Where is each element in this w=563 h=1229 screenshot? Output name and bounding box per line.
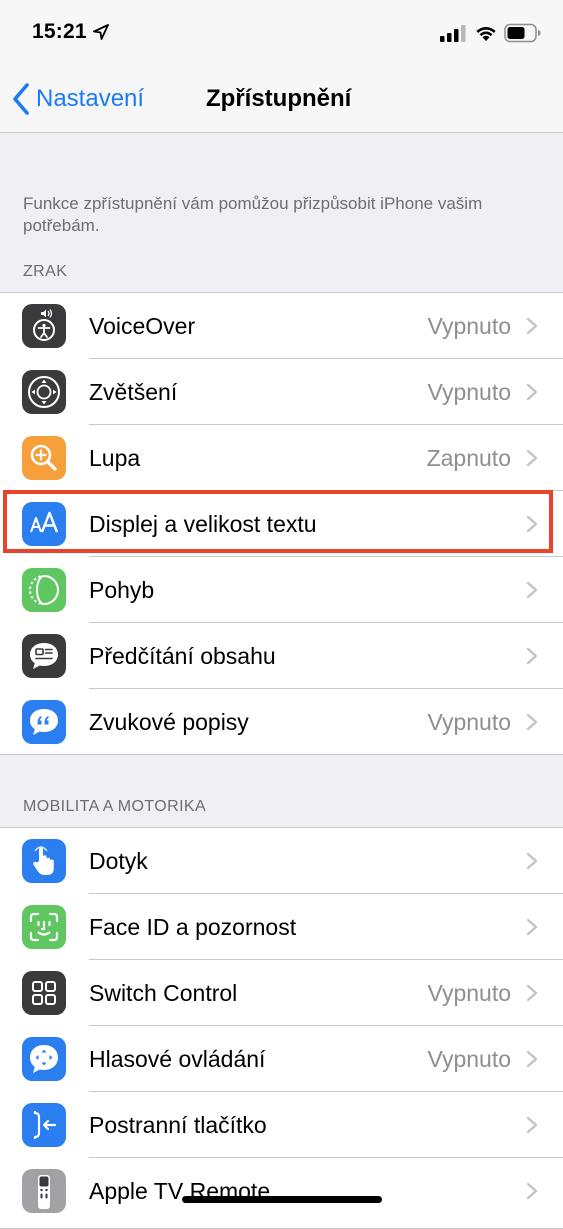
row-label: Displej a velikost textu (89, 511, 317, 537)
switch-control-icon (22, 971, 66, 1015)
spoken-content-icon (22, 634, 66, 678)
intro-description: Funkce zpřístupnění vám pomůžou přizpůso… (23, 194, 483, 235)
row-label: Pohyb (89, 577, 155, 603)
location-arrow-icon (93, 24, 109, 40)
chevron-right-icon (526, 581, 538, 599)
navigation-bar: Nastavení Zpřístupnění (0, 66, 563, 133)
voiceover-icon (22, 304, 66, 348)
status-time: 15:21 (32, 20, 87, 43)
chevron-right-icon (526, 647, 538, 665)
settings-group-vision: VoiceOver Vypnuto Zvětšení Vypnuto Lupa … (0, 292, 563, 755)
row-value: Vypnuto (427, 313, 511, 339)
battery-icon (504, 23, 541, 43)
row-value: Vypnuto (427, 709, 511, 735)
settings-row-magnifier[interactable]: Lupa Zapnuto (0, 425, 563, 491)
section-header-vision: ZRAK (23, 263, 68, 280)
settings-row-voice-control[interactable]: Hlasové ovládání Vypnuto (0, 1026, 563, 1092)
back-button[interactable]: Nastavení (10, 80, 144, 118)
chevron-right-icon (526, 852, 538, 870)
settings-row-face-id[interactable]: Face ID a pozornost (0, 894, 563, 960)
row-value: Vypnuto (427, 980, 511, 1006)
side-button-icon (22, 1103, 66, 1147)
settings-row-touch[interactable]: Dotyk (0, 828, 563, 894)
settings-group-mobility: Dotyk Face ID a pozornost Switch Control… (0, 827, 563, 1229)
row-value: Zapnuto (426, 445, 511, 471)
row-label: Hlasové ovládání (89, 1046, 266, 1072)
chevron-right-icon (526, 713, 538, 731)
settings-row-switch-control[interactable]: Switch Control Vypnuto (0, 960, 563, 1026)
chevron-right-icon (526, 515, 538, 533)
row-label: Zvětšení (89, 379, 178, 405)
audio-descriptions-icon (22, 700, 66, 744)
row-label: VoiceOver (89, 313, 196, 339)
chevron-right-icon (526, 1182, 538, 1200)
magnifier-icon (22, 436, 66, 480)
chevron-right-icon (526, 1050, 538, 1068)
status-bar: 15:21 (0, 0, 563, 66)
page-title: Zpřístupnění (206, 85, 352, 112)
row-label: Lupa (89, 445, 141, 471)
chevron-right-icon (526, 449, 538, 467)
row-label: Předčítání obsahu (89, 643, 276, 669)
settings-row-motion[interactable]: Pohyb (0, 557, 563, 623)
row-value: Vypnuto (427, 1046, 511, 1072)
display-text-size-icon (22, 502, 66, 546)
settings-row-voiceover[interactable]: VoiceOver Vypnuto (0, 293, 563, 359)
row-label: Face ID a pozornost (89, 914, 297, 940)
chevron-right-icon (526, 984, 538, 1002)
settings-row-apple-tv-remote[interactable]: Apple TV Remote (0, 1158, 563, 1224)
row-label: Switch Control (89, 980, 238, 1006)
home-indicator[interactable] (182, 1196, 382, 1203)
apple-tv-remote-icon (22, 1169, 66, 1213)
chevron-right-icon (526, 383, 538, 401)
touch-icon (22, 839, 66, 883)
row-label: Zvukové popisy (89, 709, 249, 735)
row-value: Vypnuto (427, 379, 511, 405)
settings-row-spoken-content[interactable]: Předčítání obsahu (0, 623, 563, 689)
settings-row-side-button[interactable]: Postranní tlačítko (0, 1092, 563, 1158)
row-label: Dotyk (89, 848, 148, 874)
chevron-right-icon (526, 918, 538, 936)
row-label: Postranní tlačítko (89, 1112, 267, 1138)
chevron-right-icon (526, 317, 538, 335)
zoom-icon (22, 370, 66, 414)
face-id-icon (22, 905, 66, 949)
voice-control-icon (22, 1037, 66, 1081)
chevron-right-icon (526, 1116, 538, 1134)
settings-row-zoom[interactable]: Zvětšení Vypnuto (0, 359, 563, 425)
motion-icon (22, 568, 66, 612)
section-header-mobility: MOBILITA A MOTORIKA (23, 798, 207, 815)
wifi-icon (476, 27, 496, 41)
chevron-left-icon (13, 83, 29, 115)
back-button-label: Nastavení (36, 85, 145, 112)
cellular-signal-icon (440, 25, 466, 42)
settings-row-display-text-size[interactable]: Displej a velikost textu (0, 491, 563, 557)
settings-row-audio-descriptions[interactable]: Zvukové popisy Vypnuto (0, 689, 563, 755)
